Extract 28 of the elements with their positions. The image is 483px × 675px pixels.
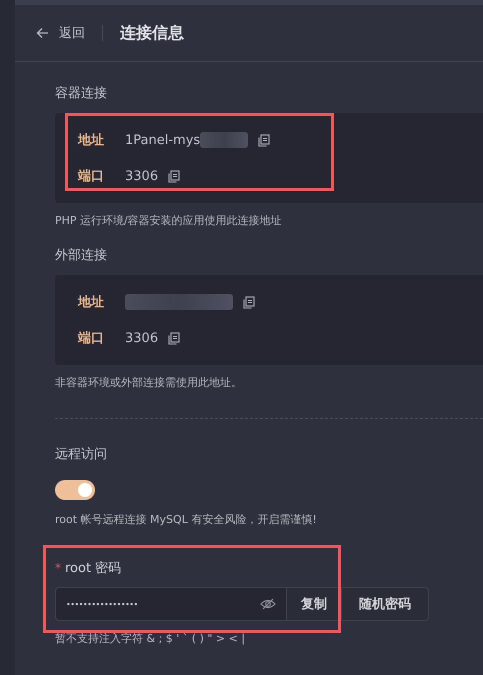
section-title: 远程访问 <box>55 446 108 463</box>
warning-text: root 帐号远程连接 MySQL 有安全风险，开启需谨慎! <box>55 512 318 527</box>
field-label: 端口 <box>78 330 105 347</box>
field-label: 端口 <box>78 168 105 185</box>
required-mark: * <box>55 561 61 575</box>
arrow-left-icon <box>36 27 49 39</box>
field-label: 地址 <box>78 132 105 149</box>
hint-text: PHP 运行环境/容器安装的应用使用此连接地址 <box>55 213 283 228</box>
password-field[interactable]: ••••••••••••••••• <box>56 588 287 620</box>
hint-text: 暂不支持注入字符 & ; $ ' ` ( ) " > < | <box>55 631 246 646</box>
field-value: 3306 <box>125 168 158 184</box>
toggle-switch[interactable] <box>55 480 95 500</box>
hint-text: 非容器环境或外部连接需使用此地址。 <box>55 375 243 390</box>
copy-icon[interactable] <box>243 296 255 308</box>
section-title: 外部连接 <box>55 247 108 264</box>
field-label: root 密码 <box>65 560 122 577</box>
field-value: 1Panel-mys <box>125 132 200 148</box>
field-label: 地址 <box>78 294 105 311</box>
action-button[interactable]: 复制 <box>287 588 342 620</box>
copy-icon[interactable] <box>168 332 180 344</box>
copy-icon[interactable] <box>168 170 180 182</box>
copy-icon[interactable] <box>258 134 270 146</box>
drawer-title: 连接信息 <box>120 22 184 44</box>
field-value: 3306 <box>125 330 158 346</box>
eye-off-icon[interactable] <box>260 598 276 610</box>
action-button[interactable]: 随机密码 <box>342 588 428 620</box>
section-title: 容器连接 <box>55 85 108 102</box>
back-button[interactable]: 返回 <box>36 24 85 42</box>
